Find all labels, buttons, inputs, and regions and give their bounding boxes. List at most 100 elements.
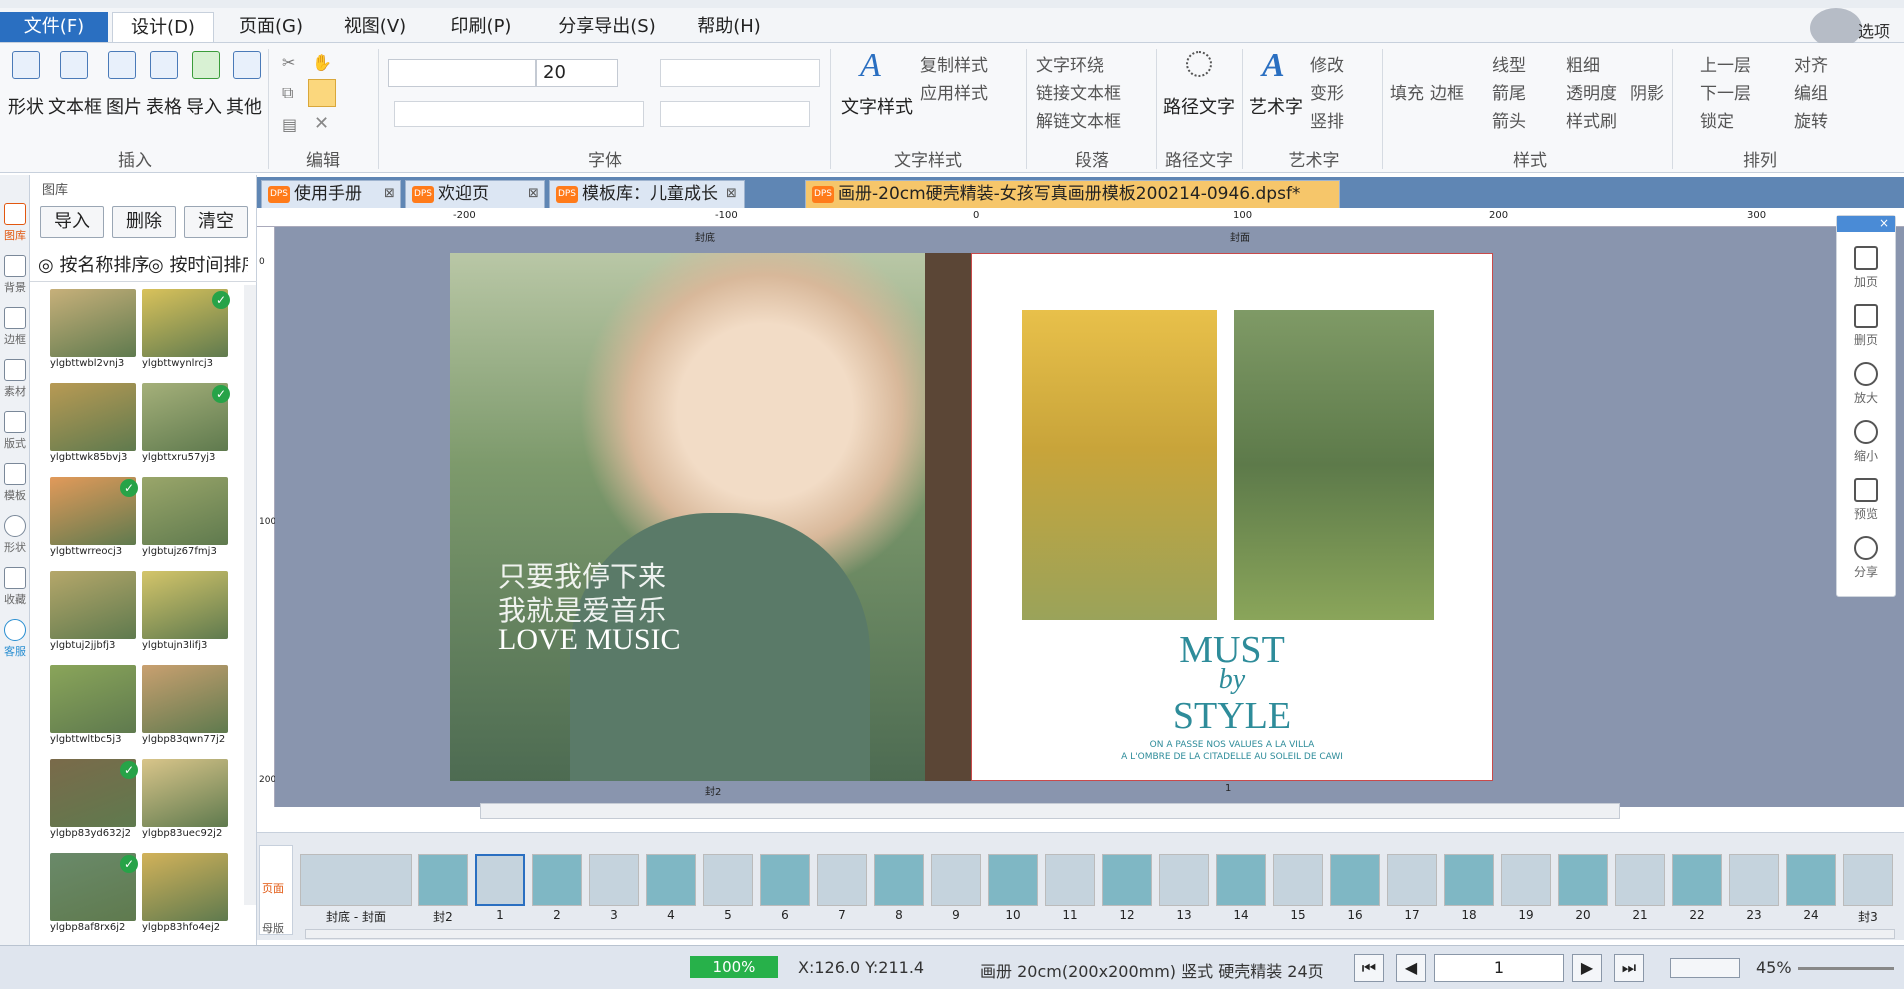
menu-share-export[interactable]: 分享导出(S) xyxy=(544,12,670,42)
style-title[interactable]: STYLE xyxy=(972,694,1492,738)
gallery-thumb[interactable]: ylgbp83hfo4ej2 xyxy=(142,853,228,935)
strip-favorites[interactable]: 收藏 xyxy=(2,567,28,607)
cut-icon[interactable]: ✂ xyxy=(282,53,295,72)
fill-button[interactable]: 填充 xyxy=(1390,79,1424,104)
page-thumbnail[interactable] xyxy=(418,854,468,906)
arrow-tail-button[interactable]: 箭尾 xyxy=(1492,79,1526,104)
strip-background[interactable]: 背景 xyxy=(2,255,28,295)
share-button[interactable]: 分享 xyxy=(1837,536,1895,580)
rotate-button[interactable]: 旋转 xyxy=(1794,107,1828,132)
menu-help[interactable]: 帮助(H) xyxy=(684,12,774,42)
page-thumbnail[interactable] xyxy=(1558,854,1608,906)
add-page-button[interactable]: 加页 xyxy=(1837,246,1895,290)
page-thumbnail[interactable] xyxy=(1843,854,1893,906)
delete-page-button[interactable]: 删页 xyxy=(1837,304,1895,348)
art-text-button[interactable]: 艺术字 xyxy=(1246,93,1306,119)
menu-view[interactable]: 视图(V) xyxy=(330,12,420,42)
copy-icon[interactable]: ⧉ xyxy=(282,83,293,103)
art-modify-button[interactable]: 修改 xyxy=(1310,51,1344,76)
tab-active-document[interactable]: DPS 画册-20cm硬壳精装-女孩写真画册模板200214-0946.dpsf* xyxy=(805,180,1340,208)
import-icon[interactable] xyxy=(192,51,220,79)
text-wrap-button[interactable]: 文字环绕 xyxy=(1036,51,1104,76)
menu-print[interactable]: 印刷(P) xyxy=(436,12,526,42)
strip-border[interactable]: 边框 xyxy=(2,307,28,347)
design-canvas[interactable]: 封底 封面 只要我停下来 我就是爱音乐 LOVE MUSIC MUST by S… xyxy=(275,227,1904,819)
page-thumbnail[interactable] xyxy=(1786,854,1836,906)
art-vertical-button[interactable]: 竖排 xyxy=(1310,107,1344,132)
page-thumbnail[interactable] xyxy=(532,854,582,906)
options-orb-icon[interactable] xyxy=(1810,8,1862,48)
thickness-button[interactable]: 粗细 xyxy=(1566,51,1600,76)
text-style-button[interactable]: 文字样式 xyxy=(840,93,914,119)
strip-support[interactable]: 客服 xyxy=(2,619,28,659)
gallery-thumb[interactable]: ylgbp8af8rx6j2 ✓ xyxy=(50,853,138,935)
shape-icon[interactable] xyxy=(12,51,40,79)
select-icon[interactable] xyxy=(308,79,336,107)
gallery-thumb[interactable]: ylgbttwbl2vnj3 xyxy=(50,289,136,371)
align-toolbar[interactable] xyxy=(660,59,820,87)
page-thumbnail[interactable] xyxy=(1273,854,1323,906)
art-deform-button[interactable]: 变形 xyxy=(1310,79,1344,104)
link-textbox-button[interactable]: 链接文本框 xyxy=(1036,79,1121,104)
thumb-h-scrollbar[interactable] xyxy=(305,929,1895,939)
page-thumbnail[interactable] xyxy=(760,854,810,906)
canvas-h-scrollbar[interactable] xyxy=(480,803,1620,819)
page-thumbnail[interactable] xyxy=(1102,854,1152,906)
line-type-button[interactable]: 线型 xyxy=(1492,51,1526,76)
gallery-thumb[interactable]: ylgbp83uec92j2 xyxy=(142,759,228,841)
prev-page-button[interactable]: ◀ xyxy=(1396,954,1426,982)
other-icon[interactable] xyxy=(233,51,261,79)
font-size-select[interactable]: 20 xyxy=(536,59,618,87)
page-thumbnail[interactable] xyxy=(475,854,525,906)
page-thumbnail[interactable] xyxy=(703,854,753,906)
strip-gallery[interactable]: 图库 xyxy=(2,203,28,243)
page-thumbnail[interactable] xyxy=(589,854,639,906)
gallery-thumb[interactable]: ylgbttwrreocj3 ✓ xyxy=(50,477,138,559)
apply-style-button[interactable]: 应用样式 xyxy=(920,79,988,104)
page-thumbnail[interactable] xyxy=(1330,854,1380,906)
gallery-thumb[interactable]: ylgbtujz67fmj3 xyxy=(142,477,228,559)
border-button[interactable]: 边框 xyxy=(1430,79,1464,104)
tab-welcome[interactable]: DPS 欢迎页 ⊠ xyxy=(405,180,545,208)
page-thumbnail[interactable] xyxy=(1045,854,1095,906)
page-thumbnail[interactable] xyxy=(1444,854,1494,906)
sort-by-name-radio[interactable]: ◎ 按名称排序 xyxy=(38,251,149,277)
group-button[interactable]: 编组 xyxy=(1794,79,1828,104)
gallery-thumb[interactable]: ylgbtuj2jjbfj3 xyxy=(50,571,136,653)
page-thumbnail[interactable] xyxy=(1501,854,1551,906)
insert-other-button[interactable]: 其他 xyxy=(224,93,264,119)
photo-left[interactable] xyxy=(1022,310,1217,620)
gallery-thumb[interactable]: ylgbttwk85bvj3 xyxy=(50,383,136,465)
table-icon[interactable] xyxy=(150,51,178,79)
caption-love-music[interactable]: LOVE MUSIC xyxy=(498,623,681,657)
first-page-button[interactable]: ⏮ xyxy=(1354,954,1384,982)
pan-icon[interactable]: ✋ xyxy=(312,53,332,72)
gallery-thumb[interactable]: ylgbtujn3lifj3 xyxy=(142,571,228,653)
gallery-import-button[interactable]: 导入 xyxy=(40,206,104,238)
by-title[interactable]: by xyxy=(972,664,1492,696)
path-text-icon[interactable] xyxy=(1186,51,1212,77)
page-thumbnail[interactable] xyxy=(646,854,696,906)
page-thumbnail[interactable] xyxy=(1387,854,1437,906)
gallery-clear-button[interactable]: 清空 xyxy=(184,206,248,238)
last-page-button[interactable]: ⏭ xyxy=(1614,954,1644,982)
page-thumbnail[interactable] xyxy=(817,854,867,906)
copy-style-button[interactable]: 复制样式 xyxy=(920,51,988,76)
menu-file[interactable]: 文件(F) xyxy=(0,12,108,42)
font-family-select[interactable] xyxy=(388,59,536,87)
page-thumbnail[interactable] xyxy=(1729,854,1779,906)
lock-button[interactable]: 锁定 xyxy=(1700,107,1734,132)
text-style-icon[interactable]: A xyxy=(860,47,881,85)
gallery-thumb[interactable]: ylgbp83qwn77j2 xyxy=(142,665,228,747)
paste-icon[interactable]: ▤ xyxy=(282,115,297,134)
tab-manual[interactable]: DPS 使用手册 ⊠ xyxy=(261,180,401,208)
shadow-button[interactable]: 阴影 xyxy=(1630,79,1664,104)
art-text-icon[interactable]: A xyxy=(1262,47,1285,85)
align-button[interactable]: 对齐 xyxy=(1794,51,1828,76)
gallery-thumb[interactable]: ylgbp83yd632j2 ✓ xyxy=(50,759,138,841)
tab-template-library[interactable]: DPS 模板库：儿童成长 ⊠ xyxy=(549,180,745,208)
insert-shape-button[interactable]: 形状 xyxy=(6,93,46,119)
zoom-slider[interactable] xyxy=(1798,967,1894,970)
bring-forward-button[interactable]: 上一层 xyxy=(1700,51,1751,76)
gallery-delete-button[interactable]: 删除 xyxy=(112,206,176,238)
